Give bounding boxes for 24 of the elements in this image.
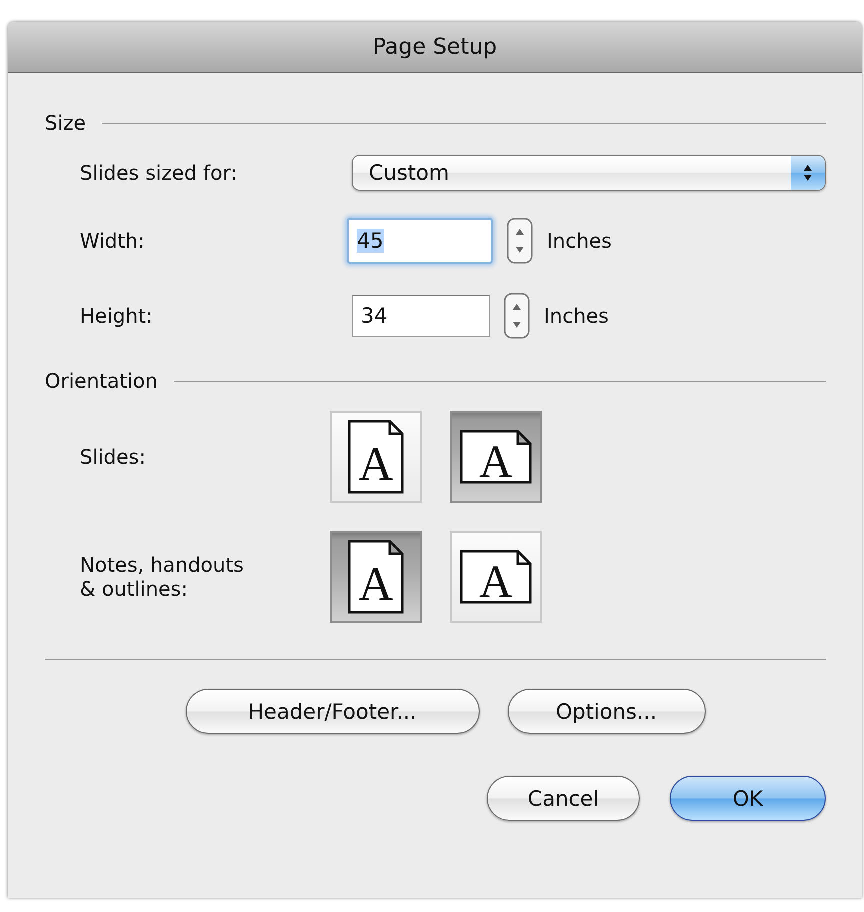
field-label: Height: <box>80 304 154 328</box>
stepper[interactable] <box>504 293 530 339</box>
dialog-button[interactable]: Header/Footer... <box>186 689 480 734</box>
width-field[interactable]: 45 <box>347 218 493 264</box>
section-heading: Orientation <box>45 369 158 393</box>
height-field[interactable]: 34 <box>352 295 490 337</box>
landscape-orientation-button[interactable]: A <box>450 411 542 503</box>
dialog-button[interactable]: Options... <box>508 689 706 734</box>
field-label: Notes, handouts & outlines: <box>80 553 245 601</box>
portrait-orientation-button[interactable]: A <box>330 411 422 503</box>
field-label: Slides sized for: <box>80 161 238 185</box>
stepper[interactable] <box>507 218 533 264</box>
section-heading: Size <box>45 111 86 135</box>
ok-button[interactable]: OK <box>670 776 826 821</box>
landscape-orientation-button[interactable]: A <box>450 531 542 623</box>
window-title: Page Setup <box>372 34 498 60</box>
portrait-orientation-button[interactable]: A <box>330 531 422 623</box>
field-label: Width: <box>80 229 146 253</box>
unit-label: Inches <box>544 304 609 328</box>
cancel-button[interactable]: Cancel <box>487 776 640 821</box>
unit-label: Inches <box>547 229 612 253</box>
popup-menu[interactable]: Custom <box>352 155 826 191</box>
field-label: Slides: <box>80 445 147 469</box>
up-down-arrows-icon <box>804 165 812 181</box>
